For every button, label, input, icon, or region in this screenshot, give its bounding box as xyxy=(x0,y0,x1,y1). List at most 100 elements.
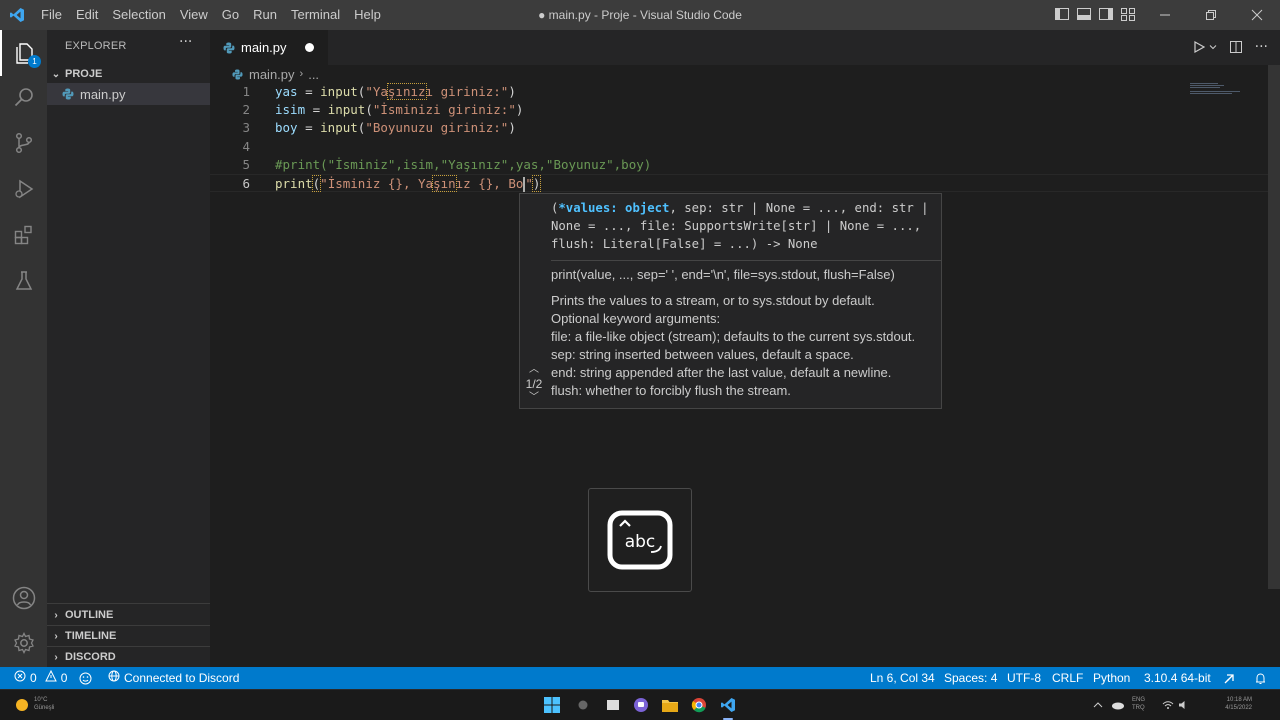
problems-indicator[interactable]: 0 0 xyxy=(14,667,67,689)
clock[interactable]: 10:18 AM 4/15/2022 xyxy=(1212,696,1252,712)
code-line[interactable]: 1 yas = input("Yaşınızı giriniz:") xyxy=(210,83,1268,101)
line-number: 5 xyxy=(242,156,250,172)
vertical-scrollbar[interactable] xyxy=(1268,65,1280,589)
code-line[interactable]: 5 #print("İsminiz",isim,"Yaşınız",yas,"Bo… xyxy=(210,156,1268,174)
chevron-down-icon[interactable]: ﹀ xyxy=(520,392,548,404)
search-icon[interactable] xyxy=(0,74,47,120)
extensions-icon[interactable] xyxy=(0,212,47,258)
cursor-position[interactable]: Ln 6, Col 34 xyxy=(870,667,935,689)
menu-view[interactable]: View xyxy=(173,0,215,30)
volume-icon[interactable] xyxy=(1174,695,1194,715)
toggle-secondary-sidebar-icon[interactable] xyxy=(1098,6,1114,22)
menu-edit[interactable]: Edit xyxy=(69,0,105,30)
minimap[interactable] xyxy=(1190,83,1256,95)
line-number: 3 xyxy=(242,120,250,136)
chrome-icon[interactable] xyxy=(689,695,709,715)
code-line[interactable]: 4 xyxy=(210,138,1268,156)
code-token: ) xyxy=(508,120,516,136)
weather-sun-icon[interactable] xyxy=(12,695,32,715)
breadcrumb-file[interactable]: main.py xyxy=(249,67,295,82)
tab-main-py[interactable]: main.py xyxy=(210,30,328,65)
taskbar-search-icon[interactable] xyxy=(573,695,593,715)
doc-line: sep: string inserted between values, def… xyxy=(551,347,854,362)
signature-help-widget: (*values: object, sep: str | None = ...,… xyxy=(519,193,942,409)
language-mode[interactable]: Python xyxy=(1093,667,1130,689)
code-token: isim xyxy=(275,102,306,118)
source-control-icon[interactable] xyxy=(0,120,47,166)
customize-layout-icon[interactable] xyxy=(1120,6,1136,22)
feedback-smiley-icon[interactable] xyxy=(79,667,92,689)
minimize-icon[interactable] xyxy=(1142,0,1188,30)
explorer-icon[interactable]: 1 xyxy=(0,30,47,76)
doc-lines: Prints the values to a stream, or to sys… xyxy=(551,292,936,400)
run-dropdown-chevron-icon[interactable] xyxy=(1209,38,1217,56)
close-icon[interactable] xyxy=(1234,0,1280,30)
activity-bar: 1 xyxy=(0,30,47,667)
weather-condition: Güneşli xyxy=(34,705,55,711)
section-discord[interactable]: › DISCORD xyxy=(47,646,210,668)
section-timeline[interactable]: › TIMELINE xyxy=(47,625,210,647)
testing-icon[interactable] xyxy=(0,258,47,304)
doc-signature: print(value, ..., sep=' ', end='\n', fil… xyxy=(551,267,895,282)
code-token: #print("İsminiz",isim,"Yaşınız",yas,"Boy… xyxy=(275,156,652,172)
restore-icon[interactable] xyxy=(1188,0,1234,30)
onedrive-cloud-icon[interactable] xyxy=(1108,695,1128,715)
language-indicator[interactable]: ENG TRQ xyxy=(1132,696,1145,712)
code-token: yas xyxy=(275,84,298,99)
accounts-icon[interactable] xyxy=(0,575,47,621)
lang-secondary: TRQ xyxy=(1132,705,1145,711)
discord-status-label: Connected to Discord xyxy=(124,671,240,685)
code-token: "Ya xyxy=(365,84,388,99)
menu-help[interactable]: Help xyxy=(347,0,388,30)
chevron-right-icon: › xyxy=(299,68,304,80)
teams-chat-icon[interactable] xyxy=(631,695,651,715)
file-main-py[interactable]: main.py xyxy=(47,83,210,105)
chevron-down-icon: ⌄ xyxy=(51,68,61,80)
error-count: 0 xyxy=(30,671,37,685)
file-explorer-icon[interactable] xyxy=(660,695,680,715)
encoding[interactable]: UTF-8 xyxy=(1007,667,1041,689)
more-actions-icon[interactable]: ··· xyxy=(179,34,192,50)
breadcrumb-more[interactable]: ... xyxy=(308,67,319,82)
tab-label: main.py xyxy=(241,40,287,55)
section-outline[interactable]: › OUTLINE xyxy=(47,604,210,626)
live-share-icon[interactable] xyxy=(1223,667,1237,689)
python-file-icon xyxy=(230,67,244,81)
folder-proje[interactable]: ⌄ PROJE xyxy=(47,63,210,85)
tray-chevron-up-icon[interactable] xyxy=(1088,695,1108,715)
code-text: print("İsminiz {}, Yaşınız {}, Bo ") xyxy=(275,175,542,193)
code-text: isim = input("İsminizi giriniz:") xyxy=(275,101,523,119)
line-number: 1 xyxy=(242,84,250,99)
toggle-panel-icon[interactable] xyxy=(1076,6,1092,22)
split-editor-icon[interactable] xyxy=(1229,38,1243,56)
menu-go[interactable]: Go xyxy=(215,0,246,30)
code-token: " xyxy=(525,176,533,191)
settings-gear-icon[interactable] xyxy=(0,620,47,666)
discord-status[interactable]: Connected to Discord xyxy=(108,667,239,689)
code-text: #print("İsminiz",isim,"Yaşınız",yas,"Boy… xyxy=(275,156,651,174)
vscode-taskbar-icon[interactable] xyxy=(718,695,738,715)
weather-widget[interactable]: 10°C Güneşli xyxy=(34,696,54,712)
code-line[interactable]: 6 print("İsminiz {}, Yaşınız {}, Bo ") xyxy=(210,174,1268,192)
unsaved-dot-icon[interactable] xyxy=(305,43,314,52)
code-line[interactable]: 2 isim = input("İsminizi giriniz:") xyxy=(210,101,1268,119)
menu-terminal[interactable]: Terminal xyxy=(284,0,347,30)
code-token: ) xyxy=(515,102,524,118)
task-view-icon[interactable] xyxy=(603,695,623,715)
toggle-primary-sidebar-icon[interactable] xyxy=(1054,6,1070,22)
python-file-icon xyxy=(222,41,236,55)
more-actions-icon[interactable]: ··· xyxy=(1255,38,1268,56)
code-token: ız {}, Bo xyxy=(455,176,524,191)
run-debug-icon[interactable] xyxy=(0,166,47,212)
notifications-bell-icon[interactable] xyxy=(1254,667,1267,689)
line-ending[interactable]: CRLF xyxy=(1052,667,1083,689)
menu-selection[interactable]: Selection xyxy=(105,0,172,30)
python-interpreter[interactable]: 3.10.4 64-bit xyxy=(1144,667,1211,689)
indentation[interactable]: Spaces: 4 xyxy=(944,667,997,689)
menu-run[interactable]: Run xyxy=(246,0,284,30)
menu-file[interactable]: File xyxy=(34,0,69,30)
code-line[interactable]: 3 boy = input("Boyunuzu giriniz:") xyxy=(210,119,1268,137)
run-python-file-icon[interactable] xyxy=(1193,38,1205,56)
chevron-up-icon[interactable]: ︿ xyxy=(520,364,548,376)
windows-start-icon[interactable] xyxy=(542,695,562,715)
